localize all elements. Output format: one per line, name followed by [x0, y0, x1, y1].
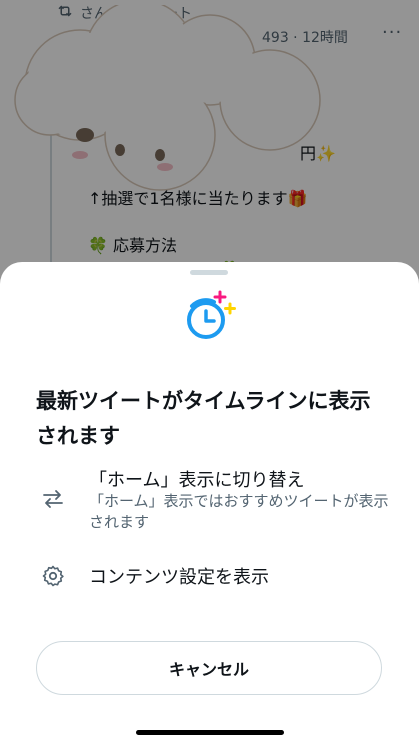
gear-icon	[42, 565, 64, 587]
content-settings-label: コンテンツ設定を表示	[89, 567, 269, 588]
swap-arrows-icon	[43, 490, 63, 508]
home-indicator	[136, 730, 284, 735]
clock-sparkle-icon	[187, 290, 236, 339]
sheet-grabber[interactable]	[190, 270, 228, 275]
switch-to-home-description: 「ホーム」表示ではおすすめツイートが表示されます	[89, 492, 389, 531]
sheet-title: 最新ツイートがタイムラインに表示されます	[36, 389, 371, 448]
switch-to-home-label: 「ホーム」表示に切り替え	[89, 470, 305, 491]
cancel-button[interactable]: キャンセル	[36, 641, 382, 695]
